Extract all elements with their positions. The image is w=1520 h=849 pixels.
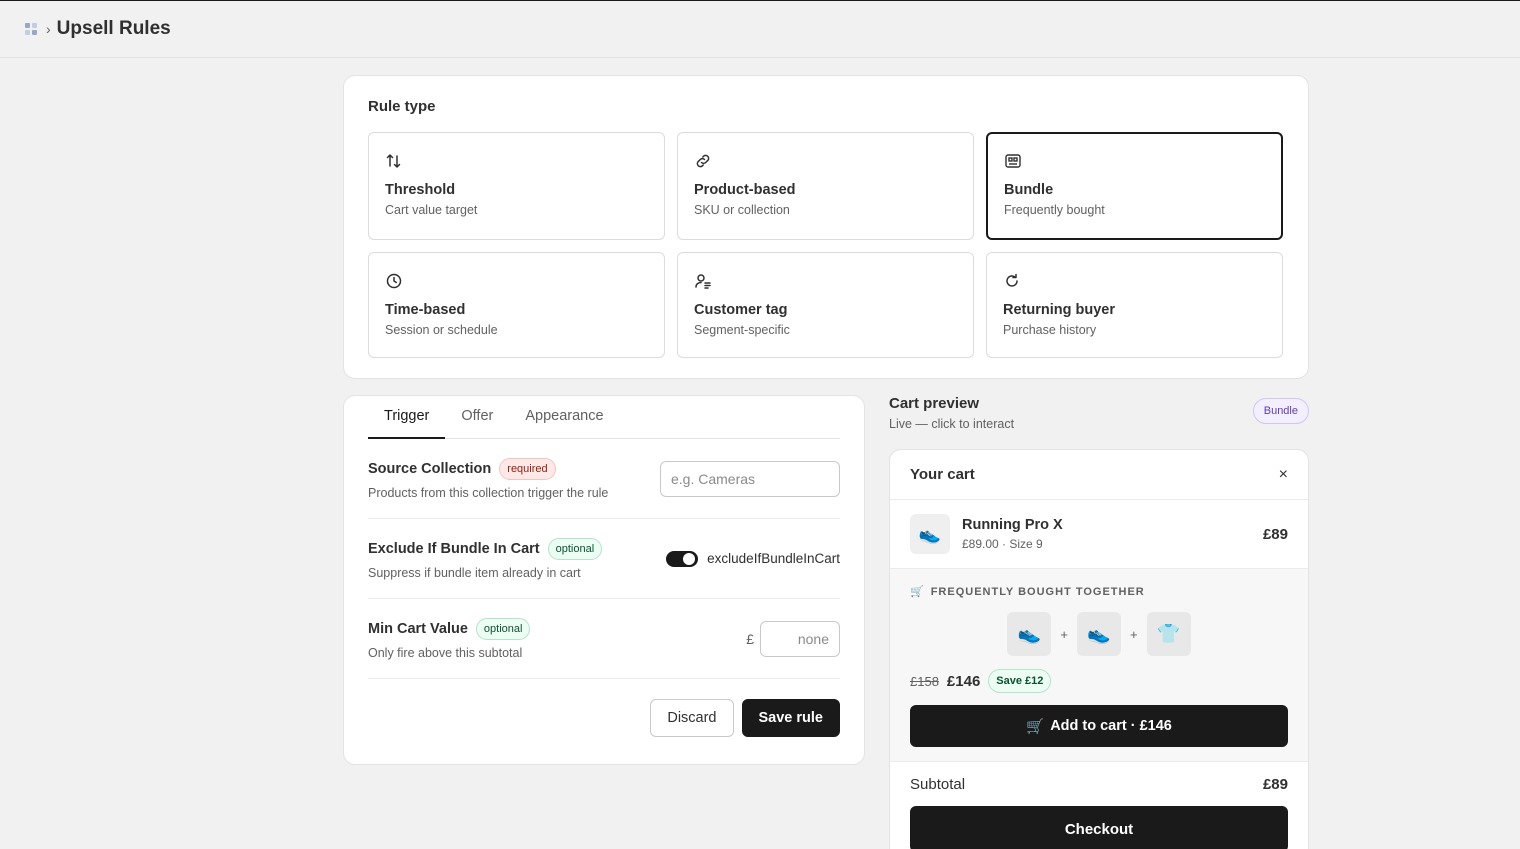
item-meta: £89.00 · Size 9 — [962, 537, 1043, 551]
rule-option-name: Customer tag — [694, 302, 788, 318]
cart-title: Your cart — [910, 466, 975, 483]
discard-button[interactable]: Discard — [650, 699, 734, 737]
add-button-label: Add to cart · £146 — [1050, 718, 1172, 734]
plus-icon: + — [1060, 626, 1068, 642]
customer-tag-icon — [695, 274, 711, 289]
frequently-bought-together: 🛒 FREQUENTLY BOUGHT TOGETHER 👟 + 👟 + 👕 £… — [890, 569, 1308, 762]
field-help: Only fire above this subtotal — [368, 645, 523, 660]
field-source-collection: Source Collection required Products from… — [368, 439, 840, 519]
cart-icon: 🛒 — [910, 586, 925, 598]
rule-type-grid: Threshold Cart value target Product-base… — [368, 132, 1284, 358]
rule-option-desc: Cart value target — [385, 203, 478, 217]
rule-option-bundle[interactable]: Bundle Frequently bought — [986, 132, 1283, 240]
cart-preview-header: Cart preview Live — click to interact Bu… — [889, 395, 1309, 431]
exclude-bundle-toggle[interactable] — [666, 550, 699, 567]
top-bar: › Upsell Rules — [0, 1, 1520, 58]
rule-form-card: Trigger Offer Appearance Source Collecti… — [343, 395, 865, 765]
tab-offer[interactable]: Offer — [445, 396, 509, 439]
rule-option-returning-buyer[interactable]: Returning buyer Purchase history — [986, 252, 1283, 358]
rule-option-threshold[interactable]: Threshold Cart value target — [368, 132, 665, 240]
plus-icon: + — [1130, 626, 1138, 642]
tab-trigger[interactable]: Trigger — [368, 396, 446, 439]
clock-icon — [386, 273, 402, 289]
rule-option-name: Threshold — [385, 182, 456, 198]
apps-grid-icon[interactable] — [22, 20, 40, 38]
field-help: Suppress if bundle item already in cart — [368, 565, 581, 580]
tab-appearance[interactable]: Appearance — [509, 396, 619, 439]
item-name: Running Pro X — [962, 517, 1063, 533]
toggle-label: excludeIfBundleInCart — [707, 551, 840, 566]
rule-option-name: Returning buyer — [1003, 302, 1115, 318]
rule-option-customer-tag[interactable]: Customer tag Segment-specific — [677, 252, 974, 358]
rule-option-name: Time-based — [385, 302, 466, 318]
fbt-prices: £158 £146 Save £12 — [910, 669, 1288, 693]
optional-badge: optional — [475, 617, 531, 640]
bundle-price: £146 — [946, 672, 981, 690]
rule-type-card: Rule type Threshold Cart value target Pr… — [343, 75, 1309, 379]
cart-line-item: 👟 Running Pro X £89.00 · Size 9 £89 — [890, 500, 1308, 569]
required-badge: required — [499, 457, 556, 480]
add-bundle-to-cart-button[interactable]: 🛒 Add to cart · £146 — [910, 705, 1288, 747]
shoe-icon: 👟 — [910, 514, 950, 554]
rule-option-desc: Segment-specific — [694, 323, 790, 337]
field-min-cart-value: Min Cart Value optional Only fire above … — [368, 599, 840, 679]
rule-option-desc: Session or schedule — [385, 323, 498, 337]
save-rule-button[interactable]: Save rule — [741, 699, 840, 737]
rule-type-badge: Bundle — [1252, 398, 1309, 424]
checkout-button[interactable]: Checkout — [910, 806, 1288, 849]
min-cart-value-input[interactable] — [760, 620, 840, 657]
cart-icon: 🛒 — [1026, 718, 1045, 735]
rule-type-title: Rule type — [368, 98, 436, 115]
form-actions: Discard Save rule — [368, 699, 840, 737]
rule-option-time-based[interactable]: Time-based Session or schedule — [368, 252, 665, 358]
toggle-knob — [683, 552, 696, 565]
cart-header: Your cart × — [890, 450, 1308, 500]
field-help: Products from this collection trigger th… — [368, 485, 609, 500]
currency-symbol: £ — [746, 630, 754, 647]
field-label: Min Cart Value — [368, 620, 468, 637]
field-label: Exclude If Bundle In Cart — [368, 540, 540, 557]
rule-option-desc: Purchase history — [1003, 323, 1097, 337]
item-price: £89 — [1262, 525, 1288, 543]
subtotal-value: £89 — [1262, 776, 1288, 793]
page-title: Upsell Rules — [56, 18, 171, 39]
tshirt-icon[interactable]: 👕 — [1146, 612, 1191, 656]
link-icon — [696, 154, 710, 168]
close-icon[interactable]: × — [1279, 466, 1288, 484]
source-collection-input[interactable] — [660, 460, 840, 497]
savings-badge: Save £12 — [988, 669, 1052, 693]
shoe-icon[interactable]: 👟 — [1007, 612, 1052, 656]
arrows-swap-icon — [386, 154, 401, 168]
optional-badge: optional — [547, 537, 603, 560]
old-price: £158 — [910, 673, 939, 689]
rule-option-name: Product-based — [694, 182, 796, 198]
subtotal-label: Subtotal — [910, 776, 966, 793]
bundle-icon — [1005, 154, 1021, 168]
shoe-icon[interactable]: 👟 — [1077, 612, 1121, 656]
field-label: Source Collection — [368, 460, 492, 477]
breadcrumb-separator: › — [46, 21, 51, 37]
cart-subtotal: Subtotal £89 — [890, 762, 1308, 793]
tab-bar: Trigger Offer Appearance — [368, 396, 840, 439]
refresh-icon — [1006, 273, 1018, 287]
rule-option-desc: Frequently bought — [1004, 203, 1105, 217]
cart-preview-title: Cart preview — [889, 395, 980, 412]
field-exclude-bundle: Exclude If Bundle In Cart optional Suppr… — [368, 519, 840, 599]
cart-preview: Your cart × 👟 Running Pro X £89.00 · Siz… — [889, 449, 1309, 849]
rule-option-product-based[interactable]: Product-based SKU or collection — [677, 132, 974, 240]
rule-option-name: Bundle — [1004, 182, 1054, 198]
cart-preview-subtitle: Live — click to interact — [889, 417, 1015, 431]
rule-option-desc: SKU or collection — [694, 203, 790, 217]
fbt-items: 👟 + 👟 + 👕 — [910, 612, 1288, 656]
fbt-label: FREQUENTLY BOUGHT TOGETHER — [930, 585, 1145, 598]
